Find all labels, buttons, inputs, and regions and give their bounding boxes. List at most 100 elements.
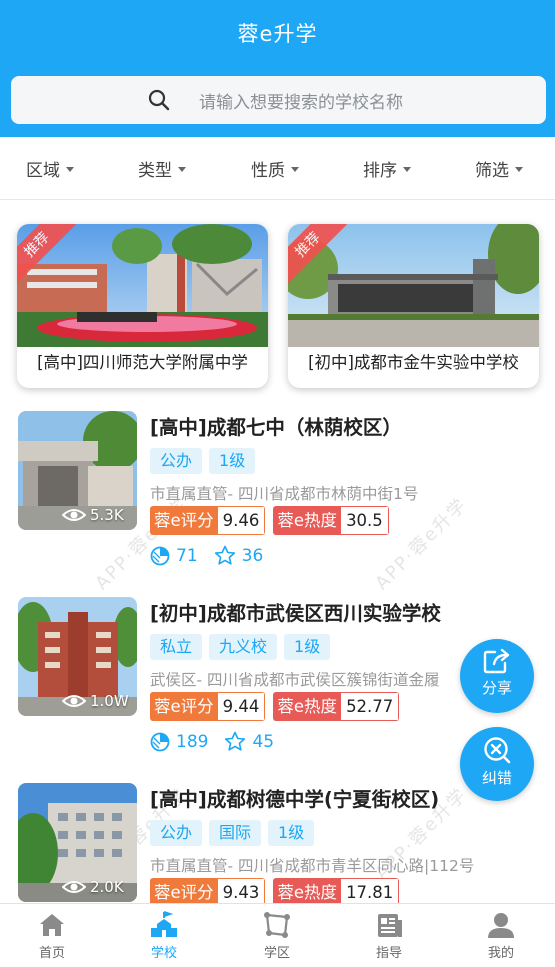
- rating-value: 9.46: [217, 506, 266, 535]
- tab-home[interactable]: 首页: [22, 910, 82, 961]
- rating-badge: 蓉e评分 9.46: [150, 506, 266, 535]
- featured-card[interactable]: 推荐 [初中]成都市金牛实验中学校: [288, 224, 539, 388]
- tab-school[interactable]: 学校: [134, 910, 194, 961]
- eye-icon: [62, 881, 86, 893]
- school-icon: [151, 911, 177, 937]
- tag: 公办: [150, 820, 203, 846]
- filter-label: 筛选: [475, 161, 509, 181]
- page-title: 蓉e升学: [237, 22, 318, 46]
- heat-badge: 蓉e热度 52.77: [273, 692, 400, 721]
- filter-label: 性质: [251, 161, 285, 181]
- bottom-tab-bar: 首页 学校 学区 指导 我的: [0, 903, 555, 967]
- caret-down-icon: [291, 167, 299, 172]
- tag-list: 私立 九义校 1级: [150, 634, 337, 660]
- tab-label: 首页: [38, 946, 65, 961]
- school-name: [高中]成都树德中学(宁夏街校区): [150, 788, 440, 811]
- school-list-item[interactable]: 2.0K [高中]成都树德中学(宁夏街校区) 公办 国际 1级 市直属直管- 四…: [18, 783, 548, 907]
- share-icon: [483, 648, 510, 674]
- school-address: 市直属直管- 四川省成都市林荫中街1号: [150, 485, 419, 503]
- tab-label: 指导: [375, 946, 402, 961]
- rating-badge: 蓉e评分 9.44: [150, 692, 266, 721]
- tab-district[interactable]: 学区: [247, 910, 307, 961]
- pie-chart-icon: [150, 732, 170, 751]
- favorite-value: 36: [241, 545, 264, 566]
- error-close-icon: [484, 737, 511, 764]
- tab-guide[interactable]: 指导: [359, 910, 419, 961]
- share-label: 分享: [481, 679, 512, 697]
- search-bar[interactable]: 请输入想要搜索的学校名称: [11, 76, 546, 124]
- stats-row: 189 45: [150, 731, 290, 752]
- filter-label: 区域: [26, 161, 60, 181]
- heat-value: 52.77: [341, 692, 400, 721]
- school-thumbnail: 2.0K: [18, 783, 137, 902]
- featured-card[interactable]: 推荐 [高中]四川师范大学附属中学: [17, 224, 268, 388]
- school-address: 武侯区- 四川省成都市武侯区簇锦街道金履: [150, 671, 440, 689]
- score-row: 蓉e评分 9.44 蓉e热度 52.77: [150, 692, 407, 721]
- tag: 公办: [150, 448, 203, 474]
- star-icon: [214, 545, 235, 565]
- school-name: [初中]成都市武侯区西川实验学校: [150, 602, 441, 625]
- tag-list: 公办 1级: [150, 448, 262, 474]
- stats-row: 71 36: [150, 545, 279, 566]
- score-row: 蓉e评分 9.46 蓉e热度 30.5: [150, 506, 397, 535]
- school-thumbnail: 5.3K: [18, 411, 137, 530]
- caret-down-icon: [403, 167, 411, 172]
- heat-label: 蓉e热度: [273, 506, 342, 535]
- filter-screen[interactable]: 筛选: [475, 156, 523, 181]
- tag: 1级: [284, 634, 331, 660]
- view-count-value: 2.0K: [90, 878, 124, 896]
- caret-down-icon: [178, 167, 186, 172]
- filter-label: 排序: [363, 161, 397, 181]
- stat-value: 189: [176, 731, 209, 752]
- tag-list: 公办 国际 1级: [150, 820, 321, 846]
- school-address: 市直属直管- 四川省成都市青羊区同心路|112号: [150, 857, 475, 875]
- eye-icon: [62, 509, 86, 521]
- view-count: 2.0K: [62, 878, 124, 896]
- view-count: 5.3K: [62, 506, 124, 524]
- filter-region[interactable]: 区域: [26, 156, 74, 181]
- search-icon: [148, 89, 170, 111]
- view-count: 1.0W: [62, 692, 129, 710]
- heat-badge: 蓉e热度 30.5: [273, 506, 389, 535]
- header: 蓉e升学 请输入想要搜索的学校名称: [0, 0, 555, 137]
- report-error-button[interactable]: 纠错: [460, 727, 534, 801]
- filter-sort[interactable]: 排序: [363, 156, 411, 181]
- share-button[interactable]: 分享: [460, 639, 534, 713]
- filter-nature[interactable]: 性质: [251, 156, 299, 181]
- favorite-count[interactable]: 45: [224, 731, 274, 752]
- caret-down-icon: [66, 167, 74, 172]
- stat-item: 71: [150, 546, 198, 566]
- tag: 国际: [209, 820, 262, 846]
- eye-icon: [62, 695, 86, 707]
- rating-label: 蓉e评分: [150, 506, 218, 535]
- tab-profile[interactable]: 我的: [471, 910, 531, 961]
- heat-label: 蓉e热度: [273, 692, 342, 721]
- tab-label: 学区: [263, 946, 290, 961]
- filter-type[interactable]: 类型: [138, 156, 186, 181]
- heat-value: 30.5: [341, 506, 389, 535]
- school-list-item[interactable]: 5.3K [高中]成都七中（林荫校区） 公办 1级 市直属直管- 四川省成都市林…: [18, 411, 548, 571]
- tag: 私立: [150, 634, 203, 660]
- featured-caption: [初中]成都市金牛实验中学校: [308, 353, 519, 372]
- tag: 1级: [209, 448, 256, 474]
- caret-down-icon: [515, 167, 523, 172]
- featured-caption: [高中]四川师范大学附属中学: [37, 353, 248, 372]
- star-icon: [225, 731, 246, 751]
- user-icon: [488, 913, 514, 938]
- search-input[interactable]: 请输入想要搜索的学校名称: [199, 88, 403, 113]
- tab-label: 学校: [150, 946, 177, 961]
- favorite-count[interactable]: 36: [214, 545, 264, 566]
- rating-label: 蓉e评分: [150, 692, 218, 721]
- stat-value: 71: [176, 545, 198, 566]
- district-map-icon: [264, 912, 290, 938]
- view-count-value: 5.3K: [90, 506, 124, 524]
- home-icon: [40, 914, 64, 936]
- school-thumbnail: 1.0W: [18, 597, 137, 716]
- stat-item: 189: [150, 732, 208, 752]
- tag: 1级: [268, 820, 315, 846]
- report-error-label: 纠错: [481, 769, 512, 787]
- view-count-value: 1.0W: [90, 692, 129, 710]
- pie-chart-icon: [150, 546, 170, 565]
- filter-bar: 区域 类型 性质 排序 筛选: [0, 138, 555, 200]
- rating-value: 9.44: [217, 692, 266, 721]
